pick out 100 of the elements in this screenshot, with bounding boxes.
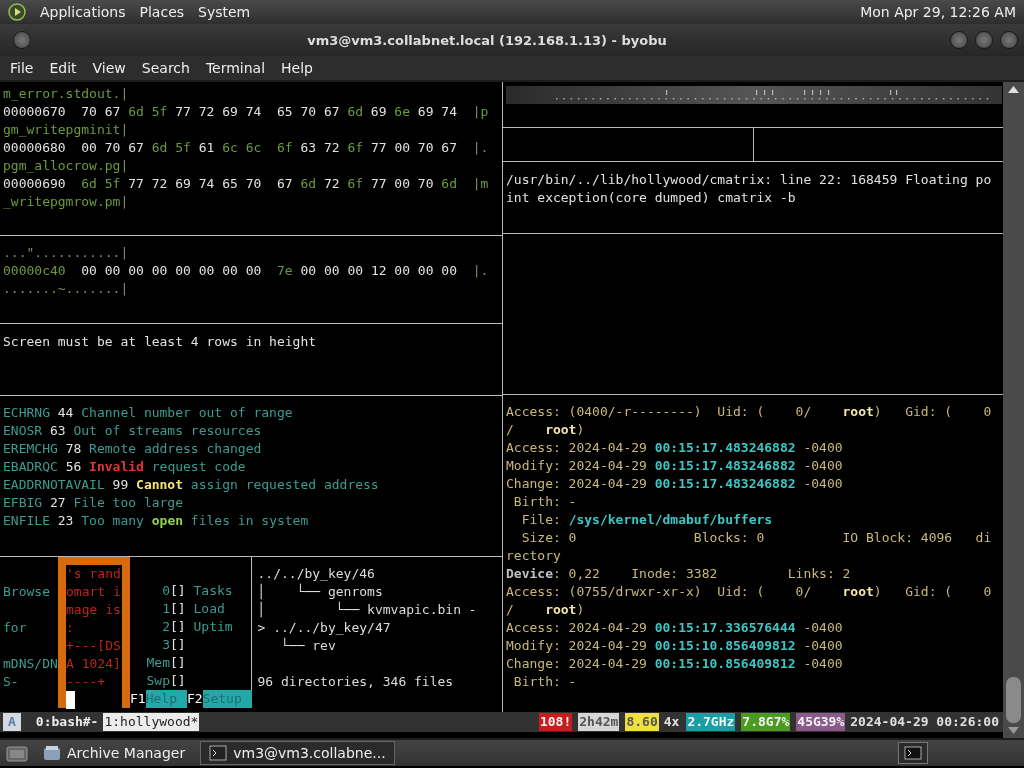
terminal-line: m_error.stdout.| — [3, 85, 130, 103]
menu-item[interactable]: Help — [273, 60, 321, 76]
status-indicator: 7.8G7% — [741, 713, 791, 731]
terminal-line: +---[DS — [66, 637, 122, 655]
terminal-line: Modify: 2024-04-29 00:15:10.856409812 -0400 — [506, 637, 844, 655]
terminal-line: 00000680 00 70 67 6d 5f 61 6c 6c 6f 63 72 6f 77 00 70 67 |. — [3, 139, 490, 157]
meter-line: 1[] Load — [161, 600, 226, 618]
scrollbar[interactable] — [1003, 82, 1024, 738]
archive-icon — [43, 745, 61, 761]
terminal-line: EFBIG 27 File too large — [3, 494, 185, 512]
terminal-line: Size: 0 Blocks: 0 IO Block: 4096 di — [520, 529, 993, 547]
tree-line: > ../../by_key/47 — [257, 619, 392, 637]
terminal-line: mDNS/DN — [3, 655, 58, 673]
terminal-line: Birth: - — [512, 493, 578, 511]
scroll-up-icon[interactable] — [1008, 86, 1019, 93]
status-indicator: 8.60 — [625, 713, 659, 731]
minimize-button[interactable] — [950, 31, 968, 49]
workspace-button[interactable] — [898, 742, 928, 764]
terminal-line: A 1024] — [66, 655, 122, 673]
terminal-line: ENOSR 63 Out of streams resources — [3, 422, 263, 440]
terminal-line: int exception(core dumped) cmatrix -b — [506, 189, 797, 207]
menu-item[interactable]: File — [2, 60, 42, 76]
terminal-line: 00000c40 00 00 00 00 00 00 00 00 7e 00 00 00 12 00 00 00 |. — [3, 262, 490, 280]
terminal-icon — [209, 745, 228, 761]
status-indicator: 108! — [538, 713, 573, 731]
panel-menu[interactable]: Applications — [40, 4, 126, 20]
terminal-line: EADDRNOTAVAIL 99 Cannot assign requested address — [3, 476, 380, 494]
window-menu-button[interactable] — [13, 31, 31, 49]
terminal-line: 's rand — [66, 565, 122, 583]
terminal-line: : — [66, 619, 75, 637]
terminal-line: ..."...........| — [3, 244, 130, 262]
terminal-line: File: /sys/kernel/dmabuf/buffers — [520, 511, 774, 529]
menu-item[interactable]: Search — [133, 60, 198, 76]
byobu-logo: A — [3, 713, 21, 731]
panel-clock[interactable]: Mon Apr 29, 12:26 AM — [860, 4, 1016, 20]
menu-item[interactable]: Edit — [41, 60, 85, 76]
terminal-line: Access: 2024-04-29 00:15:17.483246882 -0400 — [506, 439, 844, 457]
terminal-line: omart i — [66, 583, 122, 601]
terminal-icon — [904, 746, 922, 760]
terminal-line: ----+ — [66, 673, 107, 691]
tree-summary: 96 directories, 346 files — [257, 673, 455, 691]
terminal-line: / root) — [506, 601, 586, 619]
terminal-line: Access: (0400/-r--------) Uid: ( 0/ root) Gid: ( 0 — [506, 403, 993, 421]
terminal-line: Modify: 2024-04-29 00:15:17.483246882 -0400 — [506, 457, 844, 475]
taskbar-button[interactable]: vm3@vm3.collabne... — [200, 741, 395, 765]
terminal-line: Change: 2024-04-29 00:15:10.856409812 -0400 — [506, 655, 844, 673]
status-indicator: 2h42m — [578, 713, 620, 731]
terminal-line: ENFILE 23 Too many open files in system — [3, 512, 310, 530]
terminal-line: rectory — [506, 547, 562, 565]
tree-line: └── rev — [279, 637, 337, 655]
terminal-line: Screen must be at least 4 rows in height — [3, 333, 318, 351]
text-cursor — [66, 691, 75, 709]
scroll-thumb[interactable] — [1006, 677, 1021, 723]
close-button[interactable] — [1000, 31, 1018, 49]
terminal-line: / root) — [506, 421, 586, 439]
terminal-line: Access: (0755/drwxr-xr-x) Uid: ( 0/ root) Gid: ( 0 — [506, 583, 993, 601]
meter-line: 3[] — [161, 636, 187, 654]
status-indicator: 45G39% — [796, 713, 846, 731]
tree-line: ../../by_key/46 — [257, 565, 376, 583]
meter-line: Swp[] — [145, 672, 187, 690]
logo-icon[interactable] — [8, 3, 26, 21]
meter-line: 2[] Uptim — [161, 618, 234, 636]
show-desktop-icon[interactable] — [6, 744, 28, 762]
panel-menu[interactable]: System — [198, 4, 251, 20]
panel-menu[interactable]: Places — [139, 4, 185, 20]
menu-item[interactable]: Terminal — [197, 60, 274, 76]
terminal-line: Birth: - — [512, 673, 578, 691]
terminal-line: Browse — [3, 583, 51, 601]
terminal-line: .......~.......| — [3, 280, 130, 298]
meter-line: Mem[] — [145, 654, 187, 672]
menu-item[interactable]: View — [84, 60, 134, 76]
terminal-line: Access: 2024-04-29 00:15:17.336576444 -0400 — [506, 619, 844, 637]
terminal-line: 00000670 70 67 6d 5f 77 72 69 74 65 70 67 6d 69 6e 69 74 |p — [3, 103, 490, 121]
terminal-line: mage is — [66, 601, 122, 619]
terminal-line: EBADRQC 56 Invalid request code — [3, 458, 247, 476]
status-indicator: 4x — [662, 713, 681, 731]
terminal-line: for — [3, 619, 28, 637]
tree-line: │ └── genroms — [257, 583, 384, 601]
scroll-down-icon[interactable] — [1008, 727, 1019, 734]
status-indicator: 2.7GHz — [686, 713, 736, 731]
terminal-line: ECHRNG 44 Channel number out of range — [3, 404, 294, 422]
function-key: F1 — [130, 690, 146, 708]
taskbar-button[interactable]: Archive Manager — [34, 741, 195, 765]
terminal-line: S- — [3, 673, 20, 691]
window-tab[interactable]: 0:bash#- — [34, 713, 100, 731]
terminal-line: _writepgmrow.pm| — [3, 193, 130, 211]
terminal-line: pgm_allocrow.pg| — [3, 157, 130, 175]
terminal-line: /usr/bin/../lib/hollywood/cmatrix: line 22: 168459 Floating po — [506, 171, 993, 189]
terminal-line: 00000690 6d 5f 77 72 69 74 65 70 67 6d 72 6f 77 00 70 6d |m — [3, 175, 490, 193]
window-tab[interactable]: 1:hollywood* — [103, 713, 200, 731]
terminal-line: gm_writepgminit| — [3, 121, 130, 139]
window-title: vm3@vm3.collabnet.local (192.168.1.13) - byobu — [306, 32, 668, 48]
tree-line: │ └── kvmvapic.bin - — [257, 601, 478, 619]
terminal-line: EREMCHG 78 Remote address changed — [3, 440, 263, 458]
function-key: F2 — [186, 690, 203, 708]
maximize-button[interactable] — [975, 31, 993, 49]
terminal-line: Device: 0,22 Inode: 3382 Links: 2 — [506, 565, 852, 583]
meter-line: 0[] Tasks — [161, 582, 234, 600]
terminal-line: Change: 2024-04-29 00:15:17.483246882 -0400 — [506, 475, 844, 493]
status-indicator: 2024-04-29 00:26:00 — [849, 713, 1000, 731]
